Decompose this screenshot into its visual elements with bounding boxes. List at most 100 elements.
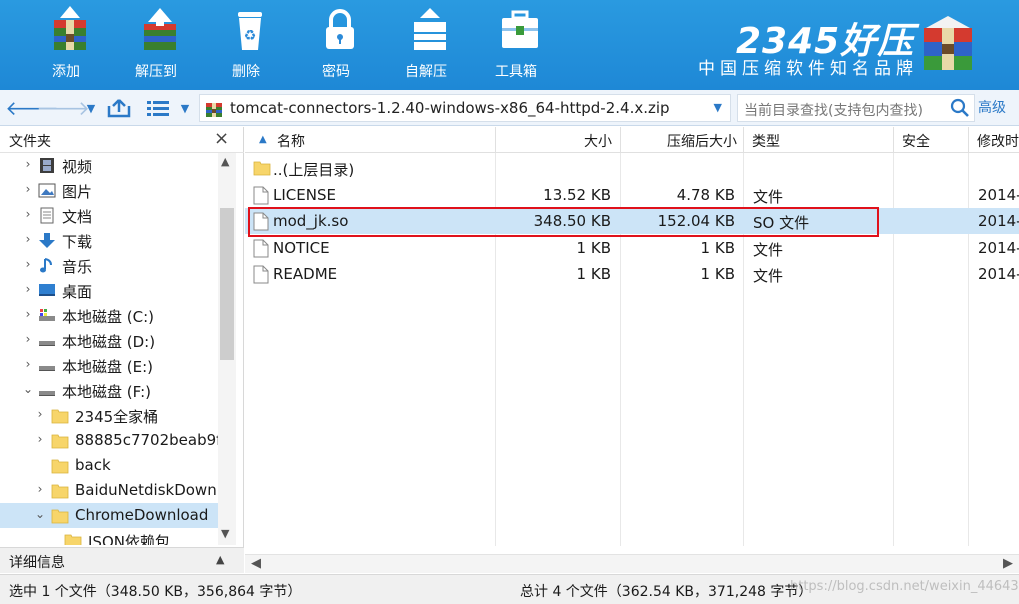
tree-item[interactable]: › 音乐 <box>0 253 218 278</box>
column-header-packed-size[interactable]: 压缩后大小 <box>621 127 744 153</box>
password-button[interactable]: 密码 <box>298 0 374 90</box>
tree-item[interactable]: JSON依赖包 <box>0 528 218 545</box>
tree-item[interactable]: ⌄ 本地磁盘 (F:) <box>0 378 218 403</box>
file-size: 348.50 KB <box>533 212 611 230</box>
expand-arrow-icon[interactable]: › <box>22 282 34 296</box>
haozip-logo-icon <box>924 16 972 70</box>
scroll-up-icon[interactable]: ▲ <box>221 155 229 168</box>
forward-arrow-icon[interactable]: 🡒 <box>36 96 90 120</box>
expand-arrow-icon[interactable]: › <box>22 307 34 321</box>
search-icon[interactable] <box>950 98 970 118</box>
tree-item[interactable]: › 本地磁盘 (D:) <box>0 328 218 353</box>
extract-to-label: 解压到 <box>135 64 177 80</box>
main-toolbar: 添加 解压到 ♻ 删除 密码 自解压 工具箱 2345好压 中国压缩软件知名品牌 <box>0 0 1019 90</box>
tree-item-label: 本地磁盘 (F:) <box>62 383 151 401</box>
tree-item[interactable]: › 2345全家桶 <box>0 403 218 428</box>
folder-tree-scrollbar[interactable]: ▲ ▼ <box>218 153 236 545</box>
path-combobox[interactable]: tomcat-connectors-1.2.40-windows-x86_64-… <box>199 94 731 122</box>
column-header-security[interactable]: 安全 <box>894 127 969 153</box>
tree-item[interactable]: ⌄ ChromeDownload <box>0 503 218 528</box>
file-row[interactable]: NOTICE 1 KB 1 KB 文件 2014- <box>245 235 1019 261</box>
file-row[interactable]: ..(上层目录) <box>245 155 1019 181</box>
tree-item[interactable]: › 文档 <box>0 203 218 228</box>
file-size: 13.52 KB <box>543 185 611 204</box>
tree-item[interactable]: › 88885c7702beab9fc <box>0 428 218 453</box>
file-type: 文件 <box>753 267 784 285</box>
extract-to-button[interactable]: 解压到 <box>118 0 194 90</box>
file-type: 文件 <box>753 187 784 206</box>
file-row[interactable]: LICENSE 13.52 KB 4.78 KB 文件 2014- <box>245 182 1019 208</box>
self-extract-button[interactable]: 自解压 <box>388 0 464 90</box>
file-modified: 2014- <box>978 212 1019 230</box>
path-dropdown-icon[interactable]: ▼ <box>714 101 722 114</box>
search-input[interactable]: 当前目录查找(支持包内查找) <box>737 94 975 122</box>
tree-item-label: back <box>75 456 111 474</box>
column-header-size[interactable]: 大小 <box>496 127 621 153</box>
folder-icon <box>253 159 271 178</box>
history-dropdown-icon[interactable]: ▼ <box>84 96 98 120</box>
tree-item[interactable]: › 本地磁盘 (E:) <box>0 353 218 378</box>
tree-item[interactable]: back <box>0 453 218 478</box>
tree-item-label: BaiduNetdiskDownl <box>75 481 218 499</box>
tree-item[interactable]: › 图片 <box>0 178 218 203</box>
scroll-down-icon[interactable]: ▼ <box>221 527 229 540</box>
tree-item-label: 本地磁盘 (D:) <box>62 333 156 351</box>
caret-up-icon[interactable]: ▲ <box>216 553 224 566</box>
column-header-name[interactable]: ▲ 名称 <box>245 127 496 153</box>
file-row[interactable]: README 1 KB 1 KB 文件 2014- <box>245 261 1019 287</box>
details-label: 详细信息 <box>9 555 65 571</box>
advanced-search-link[interactable]: 高级 <box>978 97 1006 117</box>
view-list-icon[interactable] <box>146 96 170 120</box>
file-size: 1 KB <box>576 238 611 257</box>
file-modified: 2014- <box>978 185 1019 204</box>
self-extract-label: 自解压 <box>405 64 447 80</box>
brand-slogan: 中国压缩软件知名品牌 <box>698 59 918 79</box>
tree-item-label: 桌面 <box>62 283 93 301</box>
file-row[interactable]: mod_jk.so 348.50 KB 152.04 KB SO 文件 2014- <box>245 208 1019 234</box>
add-button[interactable]: 添加 <box>28 0 104 90</box>
file-name: LICENSE <box>273 185 336 204</box>
tree-item[interactable]: › 桌面 <box>0 278 218 303</box>
folder-icon <box>64 532 82 545</box>
zip-archive-icon <box>206 103 222 117</box>
collapse-arrow-icon[interactable]: ⌄ <box>34 507 46 521</box>
status-bar: 选中 1 个文件（348.50 KB，356,864 字节） 总计 4 个文件（… <box>0 574 1019 604</box>
tree-item-label: JSON依赖包 <box>88 533 170 545</box>
expand-arrow-icon[interactable]: › <box>22 232 34 246</box>
drive-icon <box>38 357 56 374</box>
close-icon[interactable]: × <box>214 128 229 149</box>
expand-arrow-icon[interactable]: › <box>22 357 34 371</box>
tree-item-label: 88885c7702beab9fc <box>75 431 218 449</box>
details-panel-toggle[interactable]: 详细信息 ▲ <box>0 547 244 573</box>
expand-arrow-icon[interactable]: › <box>22 332 34 346</box>
scrollbar-thumb[interactable] <box>220 208 234 360</box>
recycle-bin-icon: ♻ <box>238 12 262 50</box>
tree-item[interactable]: › 视频 <box>0 153 218 178</box>
tree-item-label: 本地磁盘 (C:) <box>62 308 154 326</box>
file-icon <box>253 186 269 205</box>
scroll-right-icon[interactable]: ▶ <box>1003 556 1013 571</box>
expand-arrow-icon[interactable]: › <box>34 432 46 446</box>
tree-item[interactable]: › 下载 <box>0 228 218 253</box>
toolbox-button[interactable]: 工具箱 <box>478 0 554 90</box>
expand-arrow-icon[interactable]: › <box>22 207 34 221</box>
tree-item-label: 2345全家桶 <box>75 408 159 426</box>
column-header-type[interactable]: 类型 <box>744 127 894 153</box>
view-dropdown-icon[interactable]: ▼ <box>178 96 192 120</box>
expand-arrow-icon[interactable]: › <box>22 157 34 171</box>
tree-item-label: 下载 <box>62 233 93 251</box>
tree-item[interactable]: › 本地磁盘 (C:) <box>0 303 218 328</box>
scroll-left-icon[interactable]: ◀ <box>251 556 261 571</box>
file-list-hscrollbar[interactable]: ◀ ▶ <box>245 554 1019 573</box>
collapse-arrow-icon[interactable]: ⌄ <box>22 382 34 396</box>
expand-arrow-icon[interactable]: › <box>34 407 46 421</box>
expand-arrow-icon[interactable]: › <box>34 482 46 496</box>
expand-arrow-icon[interactable]: › <box>22 182 34 196</box>
column-header-modified[interactable]: 修改时 <box>969 127 1019 153</box>
delete-button[interactable]: ♻ 删除 <box>208 0 284 90</box>
search-placeholder: 当前目录查找(支持包内查找) <box>744 103 923 119</box>
up-folder-icon[interactable] <box>106 96 132 120</box>
sort-ascending-icon: ▲ <box>259 134 267 145</box>
expand-arrow-icon[interactable]: › <box>22 257 34 271</box>
tree-item[interactable]: › BaiduNetdiskDownl <box>0 478 218 503</box>
